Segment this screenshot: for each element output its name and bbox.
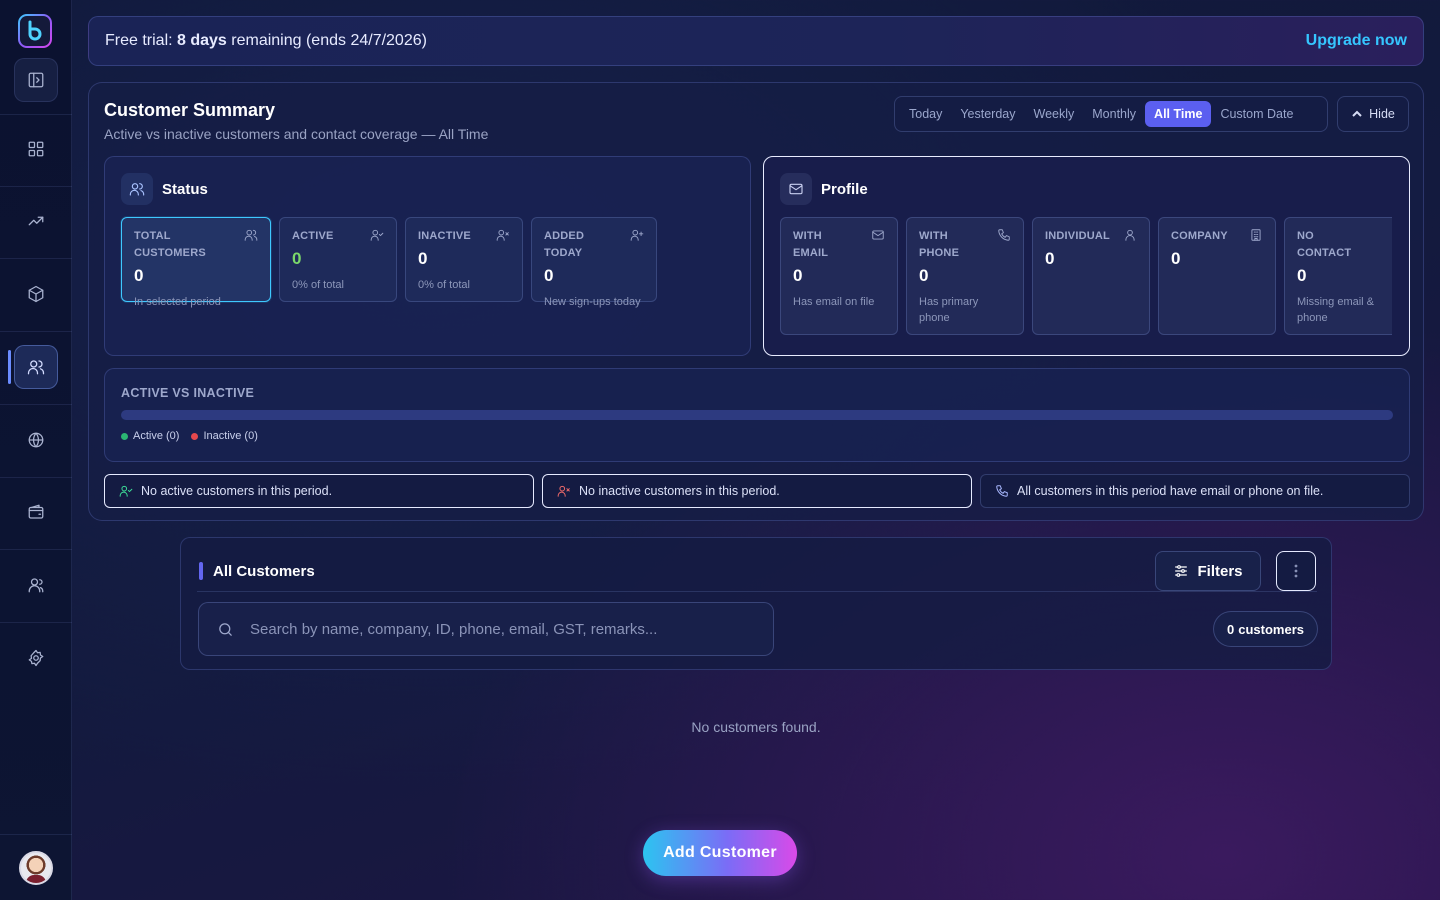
sidebar-item-wallet[interactable] xyxy=(14,490,58,534)
active-indicator xyxy=(8,350,11,384)
upgrade-link[interactable]: Upgrade now xyxy=(1306,32,1407,50)
chevron-up-icon xyxy=(1352,110,1362,117)
trial-text: Free trial: 8 days remaining (ends 24/7/… xyxy=(105,32,427,49)
sidebar-divider xyxy=(0,477,72,478)
hide-summary-button[interactable]: Hide xyxy=(1337,96,1409,132)
sidebar-item-products[interactable] xyxy=(14,272,58,316)
notice-contact-coverage: All customers in this period have email … xyxy=(980,474,1410,508)
user-avatar[interactable] xyxy=(19,851,53,885)
stat-card-company[interactable]: COMPANY 0 xyxy=(1158,217,1276,335)
customer-summary-panel: Customer Summary Active vs inactive cust… xyxy=(88,82,1424,521)
users-icon xyxy=(244,228,258,242)
active-vs-inactive-panel: ACTIVE VS INACTIVE Active (0) Inactive (… xyxy=(104,368,1410,462)
trending-icon xyxy=(28,216,44,226)
user-check-icon xyxy=(370,228,384,242)
sidebar xyxy=(0,0,72,900)
box-icon xyxy=(28,285,44,303)
filters-button[interactable]: Filters xyxy=(1155,551,1261,591)
users-icon xyxy=(27,360,45,375)
active-vs-inactive-label: ACTIVE VS INACTIVE xyxy=(121,386,255,400)
trial-banner: Free trial: 8 days remaining (ends 24/7/… xyxy=(88,16,1424,66)
sidebar-divider xyxy=(0,186,72,187)
sidebar-item-analytics[interactable] xyxy=(14,199,58,243)
user-plus-icon xyxy=(630,228,644,242)
globe-icon xyxy=(28,432,44,448)
users-icon xyxy=(121,173,153,205)
stat-card-active[interactable]: ACTIVE 0 0% of total xyxy=(279,217,397,302)
sidebar-divider xyxy=(0,258,72,259)
notice-row: No active customers in this period. No i… xyxy=(104,474,1410,508)
status-group: Status TOTAL CUSTOMERS 0 In selected per… xyxy=(104,156,751,356)
sidebar-divider xyxy=(0,549,72,550)
date-range-selector: Today Yesterday Weekly Monthly All Time … xyxy=(894,96,1328,132)
stat-card-with-email[interactable]: WITH EMAIL 0 Has email on file xyxy=(780,217,898,335)
sidebar-divider xyxy=(0,114,72,115)
user-icon xyxy=(1123,228,1137,242)
sidebar-item-settings[interactable] xyxy=(14,636,58,680)
stat-card-inactive[interactable]: INACTIVE 0 0% of total xyxy=(405,217,523,302)
range-today[interactable]: Today xyxy=(900,101,951,127)
more-options-button[interactable] xyxy=(1276,551,1316,591)
mail-icon xyxy=(871,228,885,242)
logo-icon xyxy=(28,20,42,41)
range-yesterday[interactable]: Yesterday xyxy=(951,101,1024,127)
mail-icon xyxy=(780,173,812,205)
sliders-icon xyxy=(1175,565,1188,577)
empty-state-text: No customers found. xyxy=(691,719,821,735)
range-weekly[interactable]: Weekly xyxy=(1025,101,1084,127)
summary-subtitle: Active vs inactive customers and contact… xyxy=(104,126,489,142)
profile-group: Profile WITH EMAIL 0 Has email on file W… xyxy=(763,156,1410,356)
settings-icon xyxy=(28,649,44,667)
profile-title: Profile xyxy=(821,180,868,198)
legend-inactive-dot xyxy=(191,432,199,440)
summary-title: Customer Summary xyxy=(104,100,276,120)
title-accent-bar xyxy=(199,562,203,580)
building-icon xyxy=(1249,228,1263,242)
customer-search xyxy=(198,602,774,656)
sidebar-divider xyxy=(0,331,72,332)
range-all-time[interactable]: All Time xyxy=(1145,101,1212,127)
legend-active: Active (0) xyxy=(121,430,179,442)
sidebar-item-customers[interactable] xyxy=(14,345,58,389)
legend-inactive: Inactive (0) xyxy=(191,430,258,442)
user-x-icon xyxy=(557,485,570,497)
dashboard-icon xyxy=(28,141,44,157)
notice-no-inactive: No inactive customers in this period. xyxy=(542,474,972,508)
sidebar-toggle-button[interactable] xyxy=(14,58,58,102)
wallet-icon xyxy=(28,504,44,519)
stat-card-no-contact[interactable]: NO CONTACT 0 Missing email & phone xyxy=(1284,217,1392,335)
sidebar-divider xyxy=(0,404,72,405)
all-customers-panel: All Customers Filters 0customers xyxy=(180,537,1332,670)
all-customers-title: All Customers xyxy=(199,562,315,580)
range-custom-date[interactable]: Custom Date xyxy=(1211,101,1302,127)
notice-no-active: No active customers in this period. xyxy=(104,474,534,508)
user-x-icon xyxy=(496,228,510,242)
header-divider xyxy=(197,591,1317,592)
team-icon xyxy=(28,578,44,593)
sidebar-divider xyxy=(0,622,72,623)
panel-toggle-icon xyxy=(28,72,44,88)
legend: Active (0) Inactive (0) xyxy=(121,430,258,442)
sidebar-item-team[interactable] xyxy=(14,563,58,607)
search-input[interactable] xyxy=(250,620,730,638)
stat-card-individual[interactable]: INDIVIDUAL 0 xyxy=(1032,217,1150,335)
phone-icon xyxy=(997,228,1011,242)
sidebar-divider xyxy=(0,834,72,835)
stat-card-total-customers[interactable]: TOTAL CUSTOMERS 0 In selected period xyxy=(121,217,271,308)
stat-card-added-today[interactable]: ADDED TODAY 0 New sign-ups today xyxy=(531,217,657,308)
status-title: Status xyxy=(162,180,208,198)
sidebar-item-web[interactable] xyxy=(14,418,58,462)
active-inactive-bar xyxy=(121,410,1393,420)
legend-active-dot xyxy=(121,432,128,440)
kebab-menu-icon xyxy=(1294,564,1298,578)
add-customer-button[interactable]: Add Customer xyxy=(643,830,797,876)
user-check-icon xyxy=(119,485,133,497)
range-monthly[interactable]: Monthly xyxy=(1083,101,1145,127)
stat-card-with-phone[interactable]: WITH PHONE 0 Has primary phone xyxy=(906,217,1024,335)
sidebar-item-dashboard[interactable] xyxy=(14,127,58,171)
search-icon xyxy=(219,622,232,636)
customer-count-badge: 0 customers xyxy=(1213,611,1318,647)
phone-icon xyxy=(996,485,1008,497)
app-logo[interactable] xyxy=(18,14,52,48)
